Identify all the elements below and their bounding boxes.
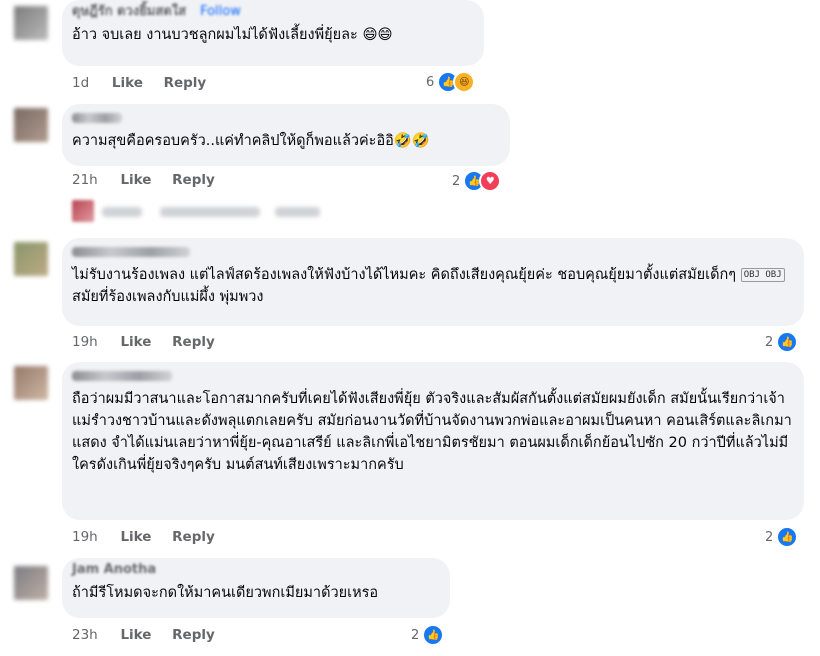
- comment-bubble: ถือว่าผมมีวาสนาและโอกาสมากครับที่เคยได้ฟ…: [62, 362, 804, 520]
- like-button[interactable]: Like: [112, 75, 143, 91]
- like-icon: 👍: [422, 624, 445, 646]
- comment-actions: 21h Like Reply: [72, 172, 231, 188]
- comment-author-blurred[interactable]: [72, 371, 172, 381]
- like-button[interactable]: Like: [120, 172, 151, 188]
- comment-author-blurred[interactable]: [72, 113, 122, 123]
- comment-bubble: ไม่รับงานร้องเพลง แต่ไลฟ์สดร้องเพลงให้ฟั…: [62, 238, 804, 326]
- like-button[interactable]: Like: [120, 627, 151, 643]
- reply-avatar-blurred: [72, 200, 94, 222]
- like-button[interactable]: Like: [120, 529, 151, 545]
- comment-text: อ้าว จบเลย งานบวชลูกผมไม่ได้ฟังเลี้ยงพี่…: [72, 27, 393, 43]
- reply-button[interactable]: Reply: [172, 529, 215, 545]
- reply-button[interactable]: Reply: [172, 172, 215, 188]
- reaction-count: 2: [765, 334, 774, 350]
- comment-actions: 19h Like Reply: [72, 334, 231, 350]
- comment-text: ความสุขคือครอบครัว..แค่ทำคลิปให้ดูก็พอแล…: [72, 133, 430, 149]
- haha-icon: 😆: [453, 71, 476, 93]
- reply-button[interactable]: Reply: [172, 627, 215, 643]
- comment-text: ถ้ามีรีโหมดจะกดให้มาคนเดียวพกเมียมาด้วยเ…: [72, 585, 379, 601]
- comment-actions: 23h Like Reply: [72, 627, 231, 643]
- blurred-text: [102, 207, 142, 217]
- avatar[interactable]: [14, 242, 48, 276]
- blurred-text: [160, 207, 260, 217]
- avatar[interactable]: [14, 566, 48, 600]
- attachment-chip: OBJ OBJ: [740, 268, 785, 282]
- reaction-count: 2: [452, 173, 461, 189]
- reaction-summary[interactable]: 2 👍: [411, 624, 445, 646]
- like-icon: 👍: [776, 526, 799, 548]
- comment-time[interactable]: 19h: [72, 529, 98, 545]
- comment-time[interactable]: 1d: [72, 75, 89, 91]
- comment-actions: 1d Like Reply: [72, 75, 222, 91]
- comment-text: ไม่รับงานร้องเพลง แต่ไลฟ์สดร้องเพลงให้ฟั…: [72, 264, 792, 308]
- avatar[interactable]: [14, 108, 48, 142]
- like-icon: 👍: [776, 331, 799, 353]
- reaction-count: 6: [426, 74, 435, 90]
- reaction-summary[interactable]: 6 👍 😆: [426, 71, 476, 93]
- reaction-summary[interactable]: 2 👍 ♥: [452, 170, 502, 192]
- comment-bubble: Jam Anotha ถ้ามีรีโหมดจะกดให้มาคนเดียวพก…: [62, 558, 450, 618]
- reaction-count: 2: [411, 627, 420, 643]
- comment-author-blurred[interactable]: [72, 247, 190, 257]
- follow-link[interactable]: Follow: [200, 4, 241, 19]
- reply-button[interactable]: Reply: [172, 334, 215, 350]
- comment-time[interactable]: 21h: [72, 172, 98, 188]
- reaction-summary[interactable]: 2 👍: [765, 331, 799, 353]
- comment-bubble: ดุษฎีรัก ดวงยิ้มสดใส Follow อ้าว จบเลย งา…: [62, 0, 484, 66]
- reaction-summary[interactable]: 2 👍: [765, 526, 799, 548]
- comment-time[interactable]: 23h: [72, 627, 98, 643]
- comment-time[interactable]: 19h: [72, 334, 98, 350]
- comment-bubble: ความสุขคือครอบครัว..แค่ทำคลิปให้ดูก็พอแล…: [62, 104, 510, 166]
- comment-author[interactable]: ดุษฎีรัก ดวงยิ้มสดใส Follow: [72, 5, 472, 19]
- reaction-count: 2: [765, 529, 774, 545]
- blurred-text: [275, 207, 320, 217]
- reply-button[interactable]: Reply: [164, 75, 207, 91]
- comment-actions: 19h Like Reply: [72, 529, 231, 545]
- avatar[interactable]: [14, 6, 48, 40]
- comment-text: ถือว่าผมมีวาสนาและโอกาสมากครับที่เคยได้ฟ…: [72, 391, 792, 473]
- like-button[interactable]: Like: [120, 334, 151, 350]
- avatar[interactable]: [14, 366, 48, 400]
- heart-icon: ♥: [479, 170, 502, 192]
- comment-author[interactable]: Jam Anotha: [72, 563, 438, 577]
